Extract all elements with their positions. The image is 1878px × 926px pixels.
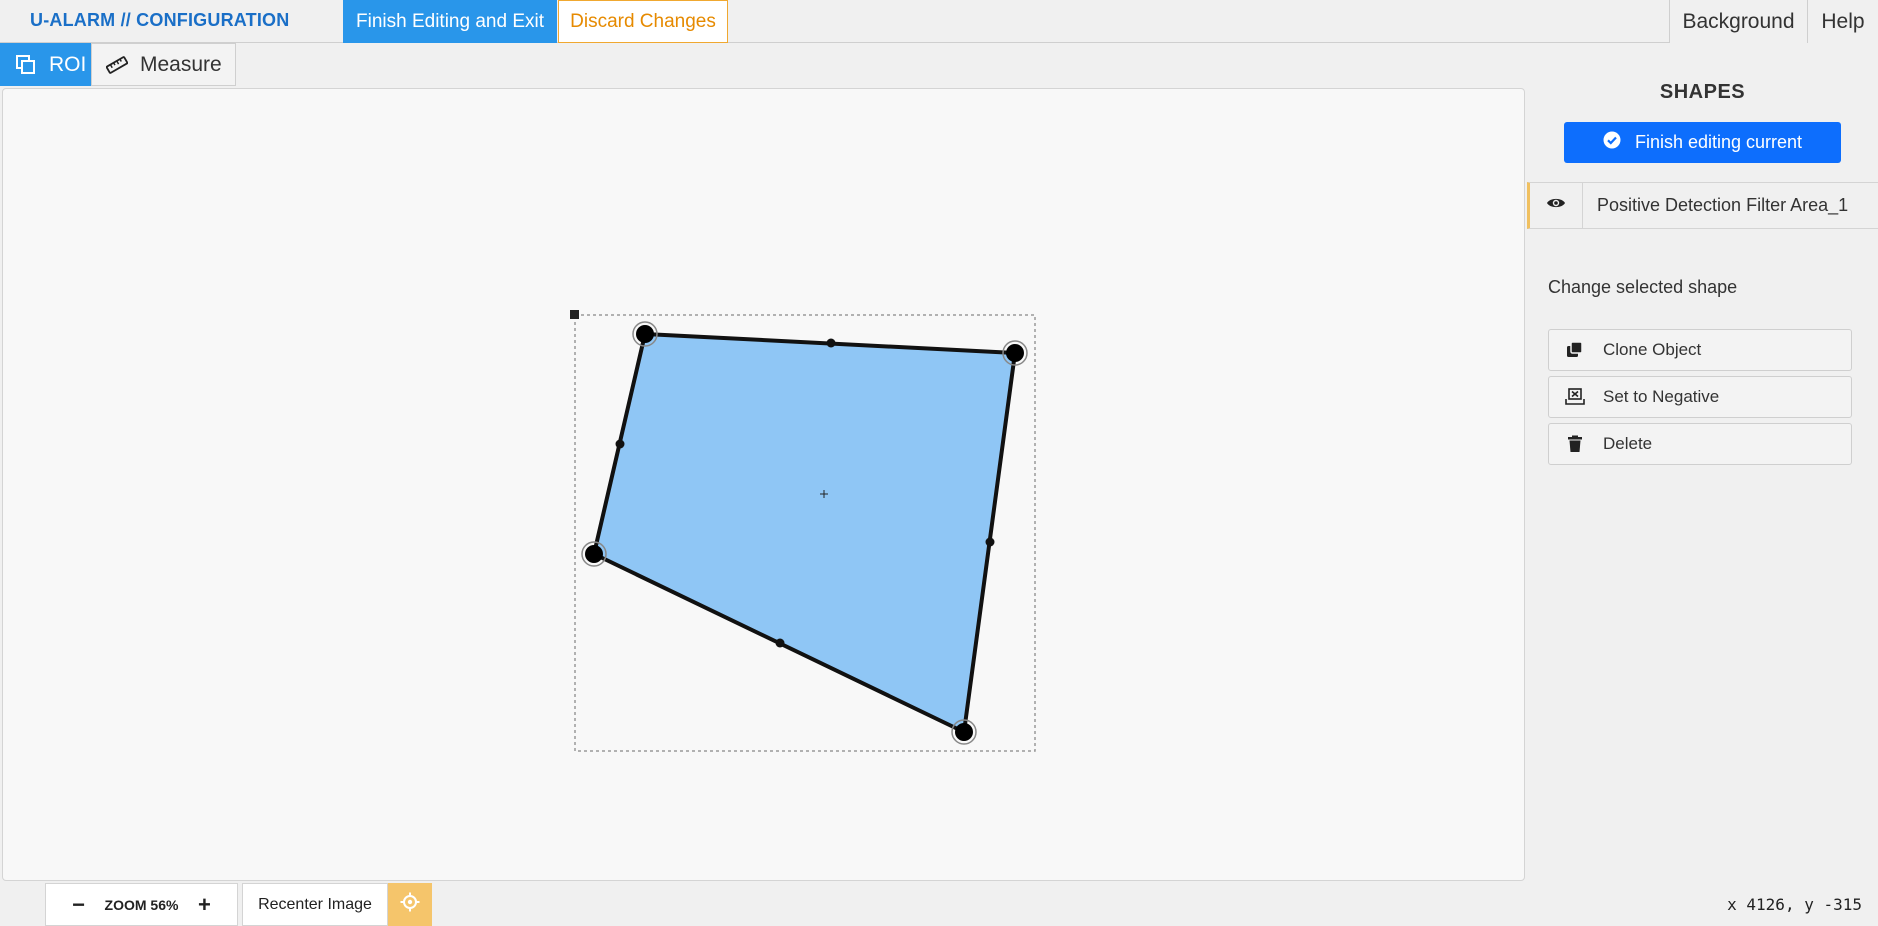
background-button[interactable]: Background xyxy=(1669,0,1808,43)
set-to-negative-label: Set to Negative xyxy=(1603,387,1720,406)
shape-name: Positive Detection Filter Area_1 xyxy=(1597,195,1849,215)
recenter-image-button[interactable]: Recenter Image xyxy=(242,883,388,926)
vertex-handle[interactable] xyxy=(951,719,977,745)
clone-icon xyxy=(1565,340,1585,360)
shapes-panel: SHAPES Finish editing current Positive D… xyxy=(1527,43,1878,881)
vertex-handle[interactable] xyxy=(581,541,607,567)
editing-canvas[interactable] xyxy=(2,88,1525,881)
edge-midpoint-handle[interactable] xyxy=(615,439,625,449)
vertex-handle[interactable] xyxy=(1002,340,1028,366)
zoom-out-button[interactable]: − xyxy=(69,892,89,918)
help-button[interactable]: Help xyxy=(1808,0,1878,43)
zoom-control: − ZOOM 56% + xyxy=(45,883,238,926)
finish-editing-exit-button[interactable]: Finish Editing and Exit xyxy=(343,0,557,43)
ruler-icon xyxy=(106,54,128,76)
zoom-in-button[interactable]: + xyxy=(194,892,214,918)
tab-roi-label: ROI xyxy=(49,52,87,76)
finish-editing-current-label: Finish editing current xyxy=(1634,132,1803,152)
panel-title: SHAPES xyxy=(1659,81,1746,103)
clone-object-button[interactable]: Clone Object xyxy=(1548,329,1852,371)
eye-icon xyxy=(1546,196,1566,215)
shape-layer[interactable] xyxy=(3,89,1526,882)
cursor-coordinates: x 4126, y -315 xyxy=(1727,895,1862,914)
set-to-negative-button[interactable]: Set to Negative xyxy=(1548,376,1852,418)
tab-measure[interactable]: Measure xyxy=(91,43,236,86)
change-selected-shape-label: Change selected shape xyxy=(1548,277,1738,297)
edge-midpoint-handle[interactable] xyxy=(985,537,995,547)
bounding-box-handle[interactable] xyxy=(570,310,579,319)
check-circle-icon xyxy=(1603,131,1621,154)
top-bar: U-ALARM // CONFIGURATION Finish Editing … xyxy=(0,0,1878,43)
edge-midpoint-handle[interactable] xyxy=(826,338,836,348)
zoom-level: ZOOM 56% xyxy=(104,896,179,913)
discard-changes-button[interactable]: Discard Changes xyxy=(558,0,728,43)
negative-icon xyxy=(1565,387,1585,407)
vertex-handle[interactable] xyxy=(632,321,658,347)
shape-list-item[interactable]: Positive Detection Filter Area_1 xyxy=(1527,182,1878,229)
clone-object-label: Clone Object xyxy=(1603,340,1702,359)
trash-icon xyxy=(1565,434,1585,454)
delete-label: Delete xyxy=(1603,434,1653,453)
roi-icon xyxy=(15,54,37,76)
bottom-bar: − ZOOM 56% + Recenter Image x 4126, y -3… xyxy=(0,881,1878,926)
tab-roi[interactable]: ROI xyxy=(0,43,91,86)
recenter-icon-button[interactable] xyxy=(388,883,432,926)
delete-button[interactable]: Delete xyxy=(1548,423,1852,465)
tool-tabs: ROI Measure xyxy=(0,43,236,86)
tab-measure-label: Measure xyxy=(140,52,222,76)
roi-polygon[interactable] xyxy=(592,332,1017,734)
app-brand: U-ALARM // CONFIGURATION xyxy=(30,10,290,30)
finish-editing-current-button[interactable]: Finish editing current xyxy=(1564,122,1841,163)
crosshair-icon xyxy=(400,892,420,917)
edge-midpoint-handle[interactable] xyxy=(775,638,785,648)
visibility-toggle[interactable] xyxy=(1530,183,1583,228)
